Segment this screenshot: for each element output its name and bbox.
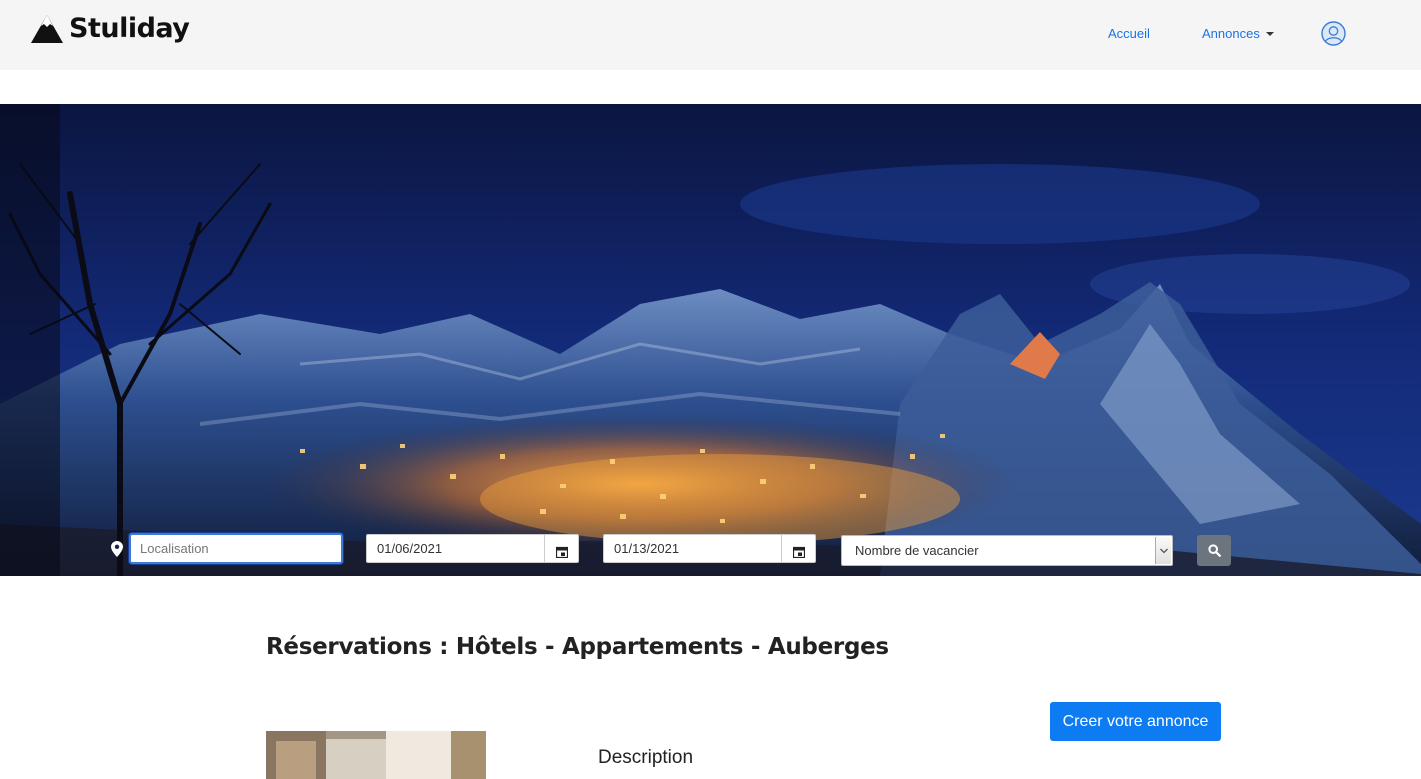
start-date-input[interactable]: 01/06/2021 — [366, 534, 544, 563]
search-bar: 01/06/2021 01/13/2021 Nombre de vaca — [0, 104, 1421, 576]
mountain-logo-icon — [31, 14, 63, 43]
guests-select-value: Nombre de vacancier — [855, 543, 979, 558]
brand-name: Stuliday — [69, 13, 190, 44]
guests-select[interactable]: Nombre de vacancier — [841, 535, 1173, 566]
nav-ads-label: Annonces — [1202, 26, 1260, 41]
user-avatar-icon[interactable] — [1321, 21, 1346, 46]
calendar-icon — [555, 546, 568, 558]
nav-home-link[interactable]: Accueil — [1108, 26, 1150, 41]
description-label: Description — [598, 747, 694, 768]
chevron-down-icon — [1155, 537, 1171, 564]
end-date-input[interactable]: 01/13/2021 — [603, 534, 781, 563]
search-icon — [1207, 544, 1221, 557]
create-listing-button[interactable]: Creer votre annonce — [1050, 702, 1221, 741]
end-date-calendar-button[interactable] — [781, 534, 816, 563]
listing-thumbnail-image[interactable] — [266, 731, 486, 779]
brand-link[interactable]: Stuliday — [31, 13, 190, 44]
start-date-calendar-button[interactable] — [544, 534, 579, 563]
hero-banner: 01/06/2021 01/13/2021 Nombre de vaca — [0, 104, 1421, 576]
calendar-icon — [792, 546, 805, 558]
search-button[interactable] — [1197, 535, 1231, 566]
navbar: Stuliday Accueil Annonces — [0, 0, 1421, 70]
nav-ads-dropdown[interactable]: Annonces — [1202, 26, 1274, 41]
caret-down-icon — [1265, 32, 1274, 36]
location-input[interactable] — [129, 533, 343, 564]
page-title: Réservations : Hôtels - Appartements - A… — [266, 634, 889, 660]
location-pin-icon — [111, 541, 123, 557]
